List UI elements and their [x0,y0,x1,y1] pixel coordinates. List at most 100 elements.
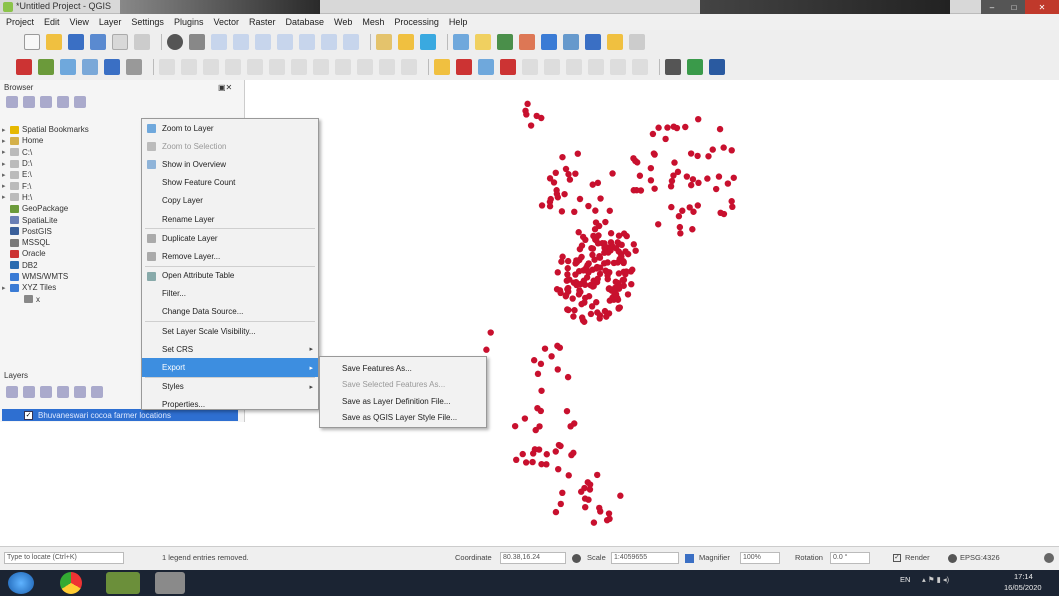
context-menu-item-show-feature-count[interactable]: Show Feature Count [142,174,318,192]
vertex-tool-icon[interactable] [225,59,241,75]
add-raster-layer-icon[interactable] [82,59,98,75]
expand-arrow-icon[interactable]: ▸ [2,171,10,179]
select-features-icon[interactable] [475,34,491,50]
label-history-icon[interactable] [632,59,648,75]
annotation-icon[interactable] [607,34,623,50]
browser-item[interactable]: PostGIS [2,226,142,237]
text-annotation-icon[interactable] [629,34,645,50]
render-checkbox[interactable]: ✓ [893,554,901,562]
toggle-editing-icon[interactable] [159,59,175,75]
zoom-last-icon[interactable] [321,34,337,50]
menu-view[interactable]: View [70,17,89,27]
messages-icon[interactable] [1044,553,1054,563]
context-menu-item-set-layer-scale-visibility[interactable]: Set Layer Scale Visibility... [142,322,318,340]
browser-item[interactable]: ▸ C:\ [2,147,142,158]
expand-arrow-icon[interactable]: ▸ [2,160,10,168]
save-as-icon[interactable] [90,34,106,50]
bookmark-icon[interactable] [398,34,414,50]
refresh-icon[interactable] [6,96,18,108]
context-menu-item-remove-layer[interactable]: Remove Layer... [142,247,318,265]
filter-icon[interactable] [40,96,52,108]
plugin-icon[interactable] [709,59,725,75]
zoom-out-icon[interactable] [233,34,249,50]
menu-plugins[interactable]: Plugins [174,17,204,27]
pin-label-icon[interactable] [456,59,472,75]
browser-item[interactable]: MSSQL [2,237,142,248]
rotate-label-icon[interactable] [522,59,538,75]
manage-map-themes-icon[interactable] [40,386,52,398]
redo-icon[interactable] [357,59,373,75]
export-item-save-as-layer-definition-file[interactable]: Save as Layer Definition File... [320,393,486,410]
show-hide-labels-icon[interactable] [478,59,494,75]
expand-all-icon[interactable] [74,386,86,398]
field-calculator-icon[interactable] [519,34,535,50]
rotation-field[interactable]: 0.0 ° [830,552,870,564]
chrome-taskbar-icon[interactable] [60,572,82,594]
locate-search-input[interactable]: Type to locate (Ctrl+K) [4,552,124,564]
context-menu-item-copy-layer[interactable]: Copy Layer [142,192,318,210]
toggle-extents-icon[interactable] [572,554,581,563]
add-group-icon[interactable] [23,386,35,398]
tray-icons[interactable]: ▴ ⚑ ▮ ◂) [922,575,949,584]
menu-settings[interactable]: Settings [131,17,164,27]
clock-time[interactable]: 17:14 [1014,572,1033,581]
remove-layer-icon[interactable] [91,386,103,398]
toolbox-icon[interactable] [563,34,579,50]
context-menu-item-properties[interactable]: Properties... [142,396,318,414]
layout-manager-icon[interactable] [134,34,150,50]
browser-item[interactable]: x [2,293,142,304]
label-options-icon[interactable] [588,59,604,75]
change-label-icon[interactable] [544,59,560,75]
print-layout-icon[interactable] [112,34,128,50]
magnifier-field[interactable]: 100% [740,552,780,564]
context-menu-item-filter[interactable]: Filter... [142,285,318,303]
digitize-icon[interactable] [203,59,219,75]
diagram-icon[interactable] [566,59,582,75]
export-item-save-selected-features-as[interactable]: Save Selected Features As... [320,377,486,394]
open-project-icon[interactable] [46,34,62,50]
close-button[interactable]: ✕ [1025,0,1059,14]
coordinate-field[interactable]: 80.38,16.24 [500,552,566,564]
label-tool-icon[interactable] [434,59,450,75]
minimize-button[interactable]: – [981,0,1003,14]
scale-field[interactable]: 1:4059655 [611,552,679,564]
add-wms-layer-icon[interactable] [126,59,142,75]
python-console-icon[interactable] [687,59,703,75]
browser-item[interactable]: ▸ F:\ [2,180,142,191]
browser-panel-close[interactable]: ▣✕ [218,83,232,92]
collapse-all-icon[interactable] [57,96,69,108]
menu-edit[interactable]: Edit [44,17,60,27]
clock-date[interactable]: 16/05/2020 [1004,583,1042,592]
expand-arrow-icon[interactable]: ▸ [2,126,10,134]
undo-icon[interactable] [335,59,351,75]
menu-vector[interactable]: Vector [213,17,239,27]
move-label-icon[interactable] [500,59,516,75]
start-button-icon[interactable] [8,572,34,594]
filter-legend-icon[interactable] [57,386,69,398]
browser-item[interactable]: SpatiaLite [2,214,142,225]
browser-item[interactable]: WMS/WMTS [2,271,142,282]
export-item-save-features-as[interactable]: Save Features As... [320,360,486,377]
delete-selected-icon[interactable] [247,59,263,75]
save-edits-icon[interactable] [181,59,197,75]
add-selected-icon[interactable] [23,96,35,108]
expand-arrow-icon[interactable]: ▸ [2,193,10,201]
label-styling-icon[interactable] [610,59,626,75]
layer-visibility-checkbox[interactable]: ✓ [24,410,33,420]
new-project-icon[interactable] [24,34,40,50]
zoom-layer-icon[interactable] [277,34,293,50]
add-vector-layer-icon[interactable] [60,59,76,75]
menu-web[interactable]: Web [334,17,352,27]
copy-features-icon[interactable] [291,59,307,75]
menu-raster[interactable]: Raster [249,17,276,27]
qgis-taskbar-icon[interactable] [106,572,140,594]
maximize-button[interactable]: □ [1003,0,1025,14]
browser-item[interactable]: ▸ D:\ [2,158,142,169]
save-project-icon[interactable] [68,34,84,50]
browser-item[interactable]: ▸ Spatial Bookmarks [2,124,142,135]
browser-item[interactable]: ▸ E:\ [2,169,142,180]
browser-item[interactable]: GeoPackage [2,203,142,214]
menu-database[interactable]: Database [286,17,325,27]
move-feature-icon[interactable] [379,59,395,75]
sum-icon[interactable] [585,34,601,50]
